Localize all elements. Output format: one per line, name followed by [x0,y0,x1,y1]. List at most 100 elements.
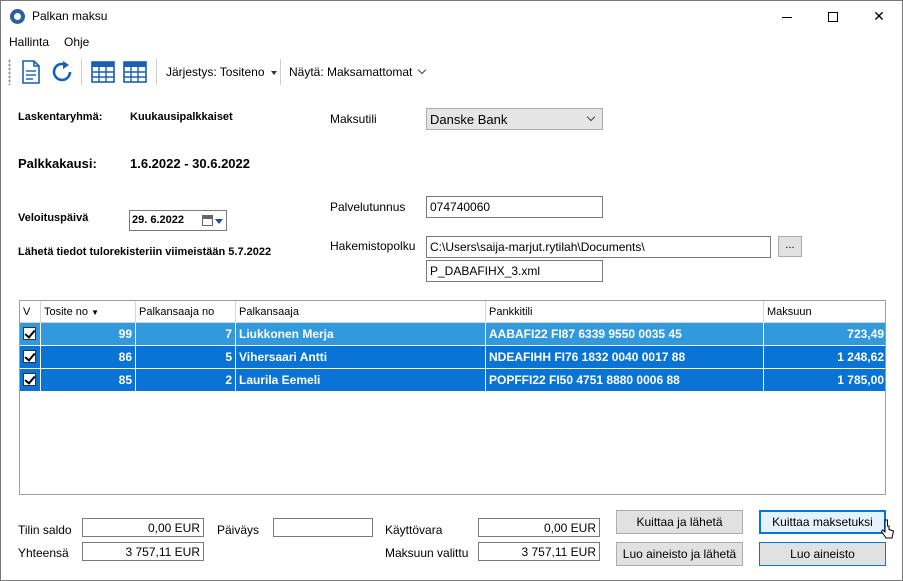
col-amount[interactable]: Maksuun [764,301,885,323]
charge-date-value: 29. 6.2022 [132,214,184,226]
mouse-cursor-icon [881,519,895,539]
table-icon [91,61,115,83]
cell-bank-account: AABAFI22 FI87 6339 9550 0035 45 [486,323,764,345]
notice-text: Lähetä tiedot tulorekisteriin viimeistää… [18,246,272,258]
table-row[interactable]: 99 7 Liukkonen Merja AABAFI22 FI87 6339 … [20,323,885,345]
sort-label: Järjestys: Tositeno [166,65,265,79]
browse-button[interactable]: ... [778,236,802,257]
col-employee-no[interactable]: Palkansaaja no [136,301,236,323]
cell-employee: Laurila Eemeli [236,369,486,391]
chevron-down-icon [418,65,427,75]
show-label: Näytä: Maksamattomat [289,65,413,79]
dir-input[interactable]: C:\Users\saija-marjut.rytilah\Documents\ [426,236,771,258]
cell-tosite: 86 [41,346,136,368]
cell-tosite: 99 [41,323,136,345]
cell-tosite: 85 [41,369,136,391]
available-label: Käyttövara [385,523,443,537]
toolbar: Järjestys: Tositeno Näytä: Maksamattomat [1,54,902,90]
toolbar-separator [280,59,281,85]
checkbox-cell [20,346,41,368]
col-bank-account[interactable]: Pankkitili [486,301,764,323]
refresh-icon [52,61,72,82]
caret-down-icon[interactable] [215,219,223,224]
col-tosite[interactable]: Tosite no ▼ [41,301,136,323]
title-bar: Palkan maksu ✕ [1,1,902,32]
table-row[interactable]: 85 2 Laurila Eemeli POPFFI22 FI50 4751 8… [20,369,885,391]
menu-hallinta[interactable]: Hallinta [9,35,49,49]
period-label: Palkkakausi: [18,156,97,171]
service-id-label: Palvelutunnus [330,200,406,214]
dir-label: Hakemistopolku [330,239,416,253]
charge-date-picker[interactable]: 29. 6.2022 [129,210,227,231]
balance-field: 0,00 EUR [82,518,204,537]
cell-bank-account: NDEAFIHH FI76 1832 0040 0017 88 [486,346,764,368]
toolbar-separator [81,59,82,85]
file-input[interactable]: P_DABAFIHX_3.xml [426,260,603,282]
cell-amount: 723,49 [847,327,884,341]
cell-employee-no: 7 [136,323,236,345]
sort-dropdown[interactable]: Järjestys: Tositeno [166,65,277,79]
date-label: Päiväys [217,523,260,537]
period-value: 1.6.2022 - 30.6.2022 [130,156,250,171]
cell-bank-account: POPFFI22 FI50 4751 8880 0006 88 [486,369,764,391]
cell-employee-no: 2 [136,369,236,391]
account-select[interactable]: Danske Bank [426,108,603,130]
checkbox-checked-icon[interactable] [23,327,36,340]
selected-label: Maksuun valittu [385,546,469,560]
selected-field: 3 757,11 EUR [478,542,600,561]
group-label: Laskentaryhmä: [18,111,103,123]
account-label: Maksutili [330,112,377,126]
document-icon [22,60,40,84]
app-logo-icon [10,9,25,24]
maximize-button[interactable] [810,1,856,32]
toolbar-grip-icon [8,59,11,85]
create-button[interactable]: Luo aineisto [759,542,886,566]
menu-ohje[interactable]: Ohje [64,35,89,49]
checkbox-checked-icon[interactable] [23,373,36,386]
ack-payments-button[interactable]: Kuittaa maksetuksi [759,510,886,534]
calendar-icon [202,215,213,226]
chevron-down-icon [586,112,596,122]
payments-grid: V Tosite no ▼ Palkansaaja no Palkansaaja… [19,300,886,495]
grid-view-button[interactable] [90,59,116,85]
total-field: 3 757,11 EUR [82,542,204,561]
menu-bar: Hallinta Ohje [1,32,902,52]
cell-employee: Liukkonen Merja [236,323,486,345]
checkbox-cell [20,323,41,345]
checkbox-cell [20,369,41,391]
payment-window: Palkan maksu ✕ Hallinta Ohje Järjestys: … [0,0,903,581]
col-tosite-label: Tosite no [44,306,89,318]
date-field[interactable] [273,518,373,537]
group-value: Kuukausipalkkaiset [130,111,233,123]
cell-amount: 1 248,62 [837,350,884,364]
table-row[interactable]: 86 5 Vihersaari Antti NDEAFIHH FI76 1832… [20,346,885,368]
window-title: Palkan maksu [32,9,108,23]
col-v[interactable]: V [20,301,41,323]
total-label: Yhteensä [18,546,69,560]
show-dropdown[interactable]: Näytä: Maksamattomat [289,65,427,79]
checkbox-checked-icon[interactable] [23,350,36,363]
ack-send-button[interactable]: Kuittaa ja lähetä [616,510,743,534]
grid-settings-button[interactable] [122,59,148,85]
cell-employee: Vihersaari Antti [236,346,486,368]
table-icon [123,61,147,83]
cell-amount: 1 785,00 [837,373,884,387]
account-value: Danske Bank [430,112,508,127]
balance-label: Tilin saldo [18,523,72,537]
cell-employee-no: 5 [136,346,236,368]
minimize-icon [782,16,792,18]
col-employee[interactable]: Palkansaaja [236,301,486,323]
caret-down-icon [270,70,277,75]
minimize-button[interactable] [764,1,810,32]
create-send-button[interactable]: Luo aineisto ja lähetä [616,542,743,566]
maximize-icon [828,12,838,23]
service-id-input[interactable]: 074740060 [426,196,603,218]
grid-header: V Tosite no ▼ Palkansaaja no Palkansaaja… [20,301,885,323]
toolbar-separator [156,59,157,85]
sort-desc-icon: ▼ [91,308,100,317]
refresh-button[interactable] [49,59,75,85]
new-document-button[interactable] [18,59,44,85]
charge-date-label: Veloituspäivä [18,212,89,224]
available-field: 0,00 EUR [478,518,600,537]
close-button[interactable]: ✕ [856,1,902,32]
